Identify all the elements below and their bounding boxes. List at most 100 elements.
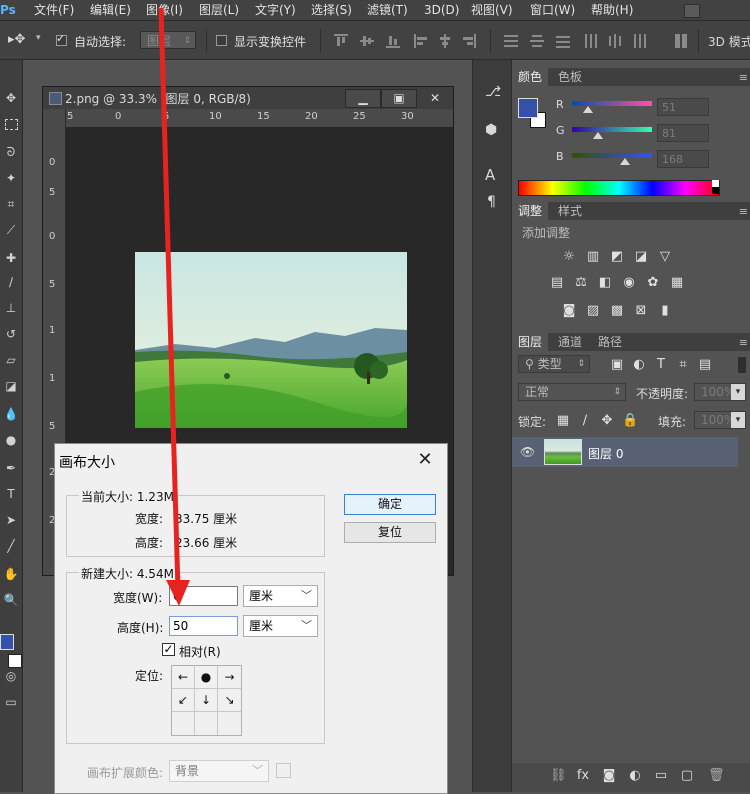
height-unit-select[interactable]: 厘米 ﹀ [243,615,318,637]
tab-paths[interactable]: 路径 [592,333,628,351]
lasso-tool-icon[interactable]: ᘐ [1,142,21,162]
gradient-tool-icon[interactable]: ◪ [1,376,21,396]
anchor-middle-right[interactable]: ↘ [218,689,241,712]
stamp-tool-icon[interactable]: ⊥ [1,298,21,318]
distribute-vcenter-icon[interactable] [530,34,544,48]
anchor-bottom-center[interactable] [195,712,218,735]
filter-adjustment-icon[interactable]: ◐ [632,358,646,372]
brush-tool-icon[interactable]: ∕ [1,272,21,292]
distribute-right-icon[interactable] [632,34,646,48]
visibility-eye-icon[interactable]: 👁 [520,445,535,459]
vibrance-icon[interactable]: ▽ [658,250,672,264]
align-bottom-icon[interactable] [386,34,400,48]
anchor-middle-left[interactable]: ↙ [172,689,195,712]
history-brush-tool-icon[interactable]: ↺ [1,324,21,344]
crop-tool-icon[interactable]: ⌗ [1,194,21,214]
menu-image[interactable]: 图像(I) [146,0,183,20]
auto-select-checkbox[interactable] [56,32,67,46]
mask-icon[interactable]: ◙ [602,769,616,783]
green-value-field[interactable]: 81 [657,124,709,142]
layer-row[interactable]: 👁 图层 0 [512,437,738,467]
lock-transparent-icon[interactable]: ▦ [556,414,570,428]
blue-slider-knob[interactable] [619,158,630,165]
menu-window[interactable]: 窗口(W) [530,0,575,20]
auto-select-dropdown[interactable]: 图层 ⇕ [140,31,196,49]
anchor-middle-center[interactable]: ↓ [195,689,218,712]
path-select-tool-icon[interactable]: ➤ [1,510,21,530]
align-vcenter-icon[interactable] [360,34,374,48]
group-folder-icon[interactable]: ▭ [654,769,668,783]
healing-tool-icon[interactable]: ✚ [1,248,21,268]
blue-slider[interactable] [572,153,652,158]
paragraph-icon[interactable]: ¶ [487,194,496,210]
hue-sat-icon[interactable]: ▤ [550,276,564,290]
opacity-field[interactable]: 100% ▾ [694,383,746,401]
layer-name[interactable]: 图层 0 [588,445,623,462]
anchor-top-left[interactable]: ← [172,666,195,689]
photo-filter-icon[interactable]: ◉ [622,276,636,290]
line-tool-icon[interactable]: ╱ [1,536,21,556]
tab-layers[interactable]: 图层 [512,333,549,351]
panel-menu-icon[interactable]: ≡ [739,71,748,84]
black-white-icon[interactable]: ◧ [598,276,612,290]
panel-menu-icon[interactable]: ≡ [739,336,748,349]
lock-position-icon[interactable]: ✥ [600,414,614,428]
foreground-swatch[interactable] [518,98,538,118]
foreground-color-swatch[interactable] [0,634,14,650]
curves-icon[interactable]: ◩ [610,250,624,264]
reset-button[interactable]: 复位 [344,522,436,543]
align-hcenter-icon[interactable] [438,34,452,48]
selective-color-icon[interactable]: ⊠ [634,304,648,318]
color-spectrum-bar[interactable] [518,180,720,196]
anchor-top-right[interactable]: → [218,666,241,689]
distribute-hcenter-icon[interactable] [608,34,622,48]
distribute-left-icon[interactable] [584,34,598,48]
document-titlebar[interactable]: 2.png @ 33.3% (图层 0, RGB/8) ▁ ▣ ✕ [43,87,453,109]
menu-3d[interactable]: 3D(D) [424,0,459,20]
new-layer-icon[interactable]: ▢ [680,769,694,783]
menu-layer[interactable]: 图层(L) [199,0,239,20]
menu-type[interactable]: 文字(Y) [255,0,296,20]
tab-styles[interactable]: 样式 [552,202,588,220]
link-icon[interactable]: ⛓ [550,769,567,783]
exposure-icon[interactable]: ◪ [634,250,648,264]
fill-field[interactable]: 100% ▾ [694,411,746,429]
spectrum-white[interactable] [712,180,719,187]
align-left-icon[interactable] [414,34,428,48]
gradient-map-icon[interactable]: ▮ [658,304,672,318]
pen-tool-icon[interactable]: ✒ [1,458,21,478]
blend-mode-dropdown[interactable]: 正常 ⇕ [518,383,626,401]
zoom-tool-icon[interactable]: 🔍 [1,590,21,610]
adjustment-layer-icon[interactable]: ◐ [628,769,642,783]
levels-icon[interactable]: ▥ [586,250,600,264]
anchor-bottom-right[interactable] [218,712,241,735]
panel-menu-icon[interactable]: ≡ [739,205,748,218]
spectrum-black[interactable] [712,187,719,194]
filter-toggle[interactable] [738,357,746,373]
blur-tool-icon[interactable]: 💧 [1,404,21,424]
anchor-top-center[interactable]: ● [195,666,218,689]
auto-align-icon[interactable] [674,34,688,48]
menu-help[interactable]: 帮助(H) [591,0,633,20]
chevron-down-icon[interactable]: ▾ [731,412,745,428]
green-slider[interactable] [572,127,652,132]
red-slider-knob[interactable] [583,106,593,113]
green-slider-knob[interactable] [592,132,603,139]
menu-view[interactable]: 视图(V) [471,0,513,20]
move-tool-icon[interactable]: ✥ [1,88,21,108]
eyedropper-tool-icon[interactable]: ⟋ [1,220,21,240]
lock-brush-icon[interactable]: ∕ [578,414,592,428]
red-value-field[interactable]: 51 [657,98,709,116]
posterize-icon[interactable]: ▨ [586,304,600,318]
show-transform-checkbox[interactable] [216,35,227,46]
chevron-down-icon[interactable]: ▾ [731,384,745,400]
brightness-icon[interactable]: ☼ [562,250,576,264]
channel-mixer-icon[interactable]: ✿ [646,276,660,290]
align-top-icon[interactable] [334,34,348,48]
height-input[interactable]: 50 [169,616,238,636]
hand-tool-icon[interactable]: ✋ [1,564,21,584]
eraser-tool-icon[interactable]: ▱ [1,350,21,370]
anchor-bottom-left[interactable] [172,712,195,735]
filter-smart-icon[interactable]: ▤ [698,358,712,372]
extension-color-swatch[interactable] [276,763,291,778]
